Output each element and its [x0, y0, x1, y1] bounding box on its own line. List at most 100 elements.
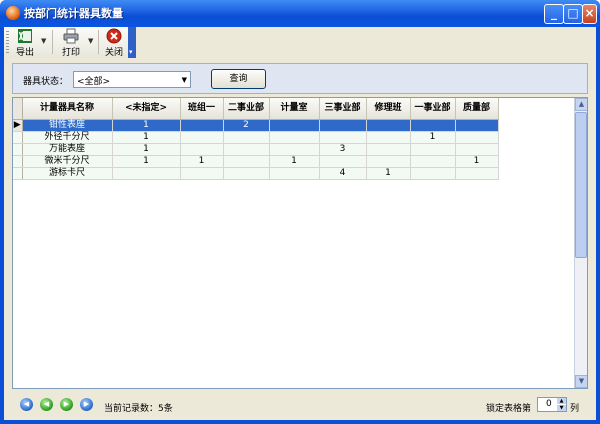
table-cell[interactable]	[319, 119, 367, 132]
table-cell[interactable]	[319, 131, 367, 144]
next-record-icon[interactable]: ▶	[60, 398, 73, 411]
table-cell[interactable]: 外径千分尺	[22, 131, 113, 144]
table-cell[interactable]	[366, 143, 411, 156]
close-window-button[interactable]: ×	[582, 4, 597, 24]
table-cell[interactable]	[180, 131, 224, 144]
status-filter-value: <全部>	[77, 77, 111, 87]
table-cell[interactable]	[269, 119, 320, 132]
table-cell[interactable]	[223, 155, 270, 168]
table-cell[interactable]: 1	[112, 119, 181, 132]
table-cell[interactable]	[180, 143, 224, 156]
row-header[interactable]	[13, 155, 23, 168]
close-button[interactable]: 关闭	[101, 28, 127, 58]
column-header[interactable]: 二事业部	[223, 98, 270, 120]
overflow-chevron-icon: ▾	[129, 48, 133, 56]
table-cell[interactable]	[366, 119, 411, 132]
table-cell[interactable]	[410, 167, 456, 180]
status-filter-select[interactable]: <全部> ▼	[73, 71, 191, 88]
print-dropdown-icon[interactable]: ▼	[88, 37, 93, 45]
first-record-icon[interactable]: ◀	[20, 398, 33, 411]
app-window: 按部门统计器具数量 _ □ × 导出 ▼ 打印 ▼ 关闭 ▾ 器具状态： <全部…	[0, 0, 600, 424]
table-cell[interactable]	[319, 155, 367, 168]
column-header[interactable]: 计量室	[269, 98, 320, 120]
previous-record-icon[interactable]: ◀	[40, 398, 53, 411]
table-cell[interactable]: 1	[455, 155, 499, 168]
table-cell[interactable]: 1	[180, 155, 224, 168]
column-header[interactable]: 质量部	[455, 98, 499, 120]
table-cell[interactable]	[455, 131, 499, 144]
table-cell[interactable]	[410, 119, 456, 132]
row-header[interactable]	[13, 167, 23, 180]
table-cell[interactable]: 万能表座	[22, 143, 113, 156]
vertical-scrollbar[interactable]: ▲ ▼	[574, 98, 587, 388]
table-cell[interactable]	[410, 155, 456, 168]
column-header[interactable]: 修理班	[366, 98, 411, 120]
table-cell[interactable]	[455, 167, 499, 180]
table-cell[interactable]	[366, 131, 411, 144]
table-row[interactable]: 外径千分尺 1 1	[13, 131, 499, 144]
minimize-button[interactable]: _	[544, 4, 564, 24]
table-cell[interactable]: 游标卡尺	[22, 167, 113, 180]
maximize-button[interactable]: □	[563, 4, 583, 24]
table-cell[interactable]: 1	[112, 143, 181, 156]
data-grid: 计量器具名称 <未指定> 班组一 二事业部 计量室 三事业部 修理班 一事业部 …	[12, 97, 588, 389]
table-cell[interactable]	[180, 119, 224, 132]
table-cell[interactable]	[455, 119, 499, 132]
window-title: 按部门统计器具数量	[24, 7, 123, 20]
lock-columns-label: 锁定表格第	[486, 404, 532, 414]
stepper-up-icon[interactable]: ▲	[557, 398, 566, 404]
print-button[interactable]: 打印	[57, 28, 85, 58]
table-cell[interactable]	[112, 167, 181, 180]
lock-columns-value: 0	[546, 399, 552, 409]
table-row[interactable]: 微米千分尺 1 1 1 1	[13, 155, 499, 168]
scroll-up-icon[interactable]: ▲	[575, 98, 587, 111]
table-cell[interactable]: 2	[223, 119, 270, 132]
table-cell[interactable]	[223, 167, 270, 180]
last-record-icon[interactable]: ▶	[80, 398, 93, 411]
export-button[interactable]: 导出	[12, 28, 38, 58]
close-label: 关闭	[104, 48, 123, 58]
table-cell[interactable]	[180, 167, 224, 180]
table-cell[interactable]	[269, 143, 320, 156]
table-cell[interactable]: 1	[269, 155, 320, 168]
column-header[interactable]: <未指定>	[112, 98, 181, 120]
table-row[interactable]: 游标卡尺 4 1	[13, 167, 499, 180]
row-header[interactable]	[13, 131, 23, 144]
table-cell[interactable]: 4	[319, 167, 367, 180]
table-row[interactable]: 万能表座 1 3	[13, 143, 499, 156]
row-indicator-icon: ▶	[13, 119, 23, 132]
chevron-down-icon[interactable]: ▼	[182, 76, 187, 84]
column-header[interactable]: 三事业部	[319, 98, 367, 120]
table-cell[interactable]	[269, 131, 320, 144]
toolbar: 导出 ▼ 打印 ▼ 关闭 ▾	[4, 27, 136, 58]
table-cell[interactable]: 钳性表座	[22, 119, 113, 132]
printer-icon	[63, 28, 79, 44]
toolbar-overflow-button[interactable]: ▾	[128, 27, 136, 58]
table-cell[interactable]: 3	[319, 143, 367, 156]
scrollbar-thumb[interactable]	[575, 112, 587, 258]
table-row[interactable]: ▶ 钳性表座 1 2	[13, 119, 499, 132]
table-cell[interactable]	[455, 143, 499, 156]
table-cell[interactable]	[223, 131, 270, 144]
scroll-down-icon[interactable]: ▼	[575, 375, 587, 388]
row-header[interactable]	[13, 143, 23, 156]
query-button[interactable]: 查询	[211, 69, 266, 89]
column-header[interactable]: 班组一	[180, 98, 224, 120]
lock-columns-stepper[interactable]: 0 ▲ ▼	[537, 397, 567, 412]
print-label: 打印	[61, 48, 80, 58]
table-cell[interactable]: 1	[410, 131, 456, 144]
stepper-down-icon[interactable]: ▼	[557, 405, 566, 411]
table-cell[interactable]: 1	[112, 131, 181, 144]
table-cell[interactable]	[269, 167, 320, 180]
export-dropdown-icon[interactable]: ▼	[41, 37, 46, 45]
table-cell[interactable]	[223, 143, 270, 156]
table-cell[interactable]: 1	[112, 155, 181, 168]
column-header[interactable]: 一事业部	[410, 98, 456, 120]
table-cell[interactable]	[410, 143, 456, 156]
toolbar-separator	[52, 30, 53, 54]
column-header[interactable]: 计量器具名称	[22, 98, 113, 120]
table-cell[interactable]	[366, 155, 411, 168]
table-cell[interactable]: 微米千分尺	[22, 155, 113, 168]
table-cell[interactable]: 1	[366, 167, 411, 180]
toolbar-grip[interactable]	[6, 31, 9, 53]
